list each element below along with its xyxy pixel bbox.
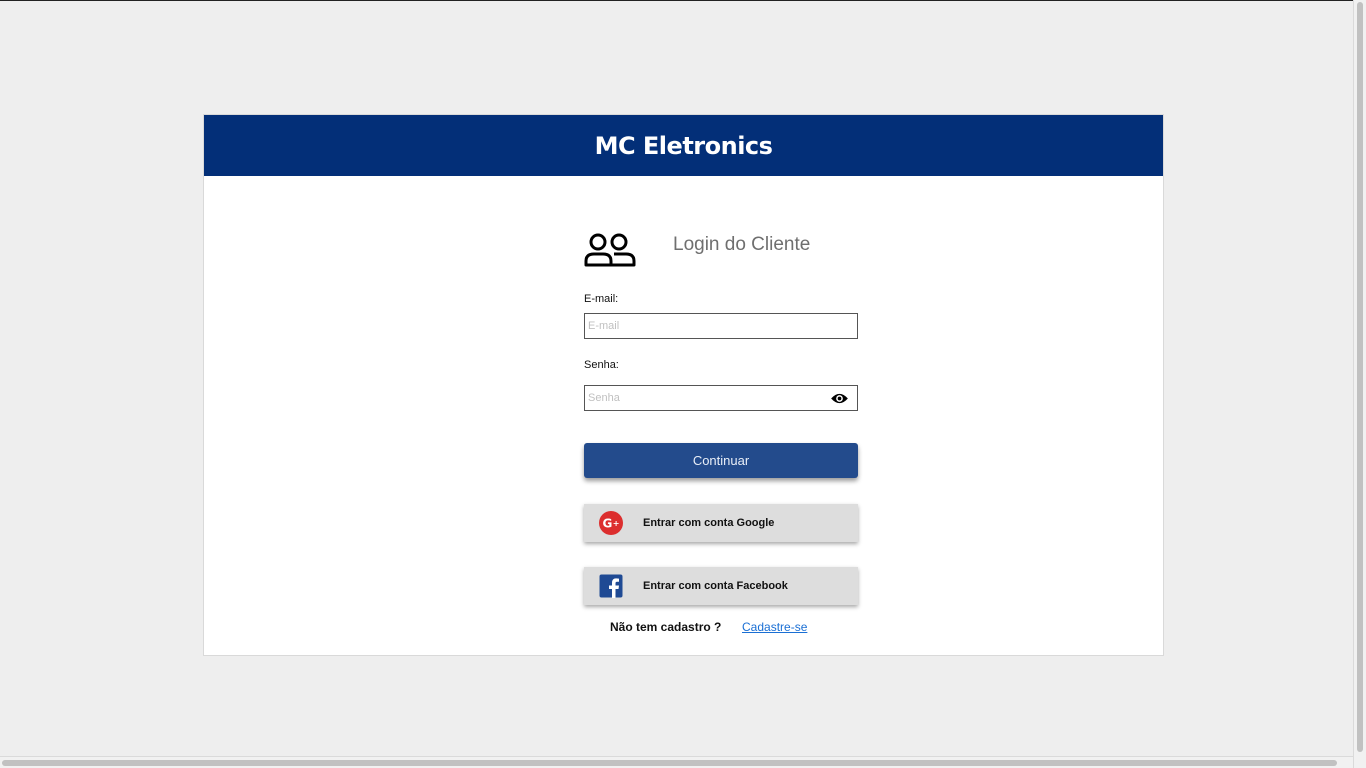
email-label: E-mail: bbox=[584, 293, 619, 305]
eye-icon[interactable] bbox=[830, 392, 849, 405]
login-title: Login do Cliente bbox=[673, 234, 811, 255]
google-login-label: Entrar com conta Google bbox=[643, 517, 775, 529]
password-input[interactable] bbox=[588, 387, 818, 409]
email-field[interactable] bbox=[584, 313, 858, 339]
users-icon bbox=[584, 233, 636, 267]
vertical-scrollbar-thumb[interactable] bbox=[1357, 2, 1363, 752]
facebook-login-label: Entrar com conta Facebook bbox=[643, 580, 788, 592]
email-input[interactable] bbox=[588, 315, 818, 337]
continue-button[interactable]: Continuar bbox=[584, 443, 858, 478]
facebook-login-button[interactable]: Entrar com conta Facebook bbox=[584, 567, 858, 605]
svg-text:G: G bbox=[603, 517, 613, 531]
signup-link[interactable]: Cadastre-se bbox=[742, 620, 807, 634]
horizontal-scrollbar[interactable] bbox=[0, 756, 1353, 768]
signup-question: Não tem cadastro ? bbox=[610, 620, 722, 634]
brand-title: MC Eletronics bbox=[594, 131, 773, 160]
google-plus-icon: G + bbox=[599, 511, 623, 535]
google-login-button[interactable]: G + Entrar com conta Google bbox=[584, 504, 858, 542]
site-header: MC Eletronics bbox=[204, 115, 1163, 176]
login-card: MC Eletronics Login do Cliente E-mail: S… bbox=[203, 114, 1164, 656]
horizontal-scrollbar-thumb[interactable] bbox=[2, 760, 1337, 766]
login-heading: Login do Cliente bbox=[584, 232, 859, 272]
password-label: Senha: bbox=[584, 359, 619, 371]
facebook-icon bbox=[599, 574, 623, 598]
signup-row: Não tem cadastro ? Cadastre-se bbox=[584, 619, 859, 635]
svg-text:+: + bbox=[613, 519, 620, 528]
vertical-scrollbar[interactable] bbox=[1353, 0, 1366, 768]
window-top-border bbox=[0, 0, 1366, 1]
password-field[interactable] bbox=[584, 385, 858, 411]
